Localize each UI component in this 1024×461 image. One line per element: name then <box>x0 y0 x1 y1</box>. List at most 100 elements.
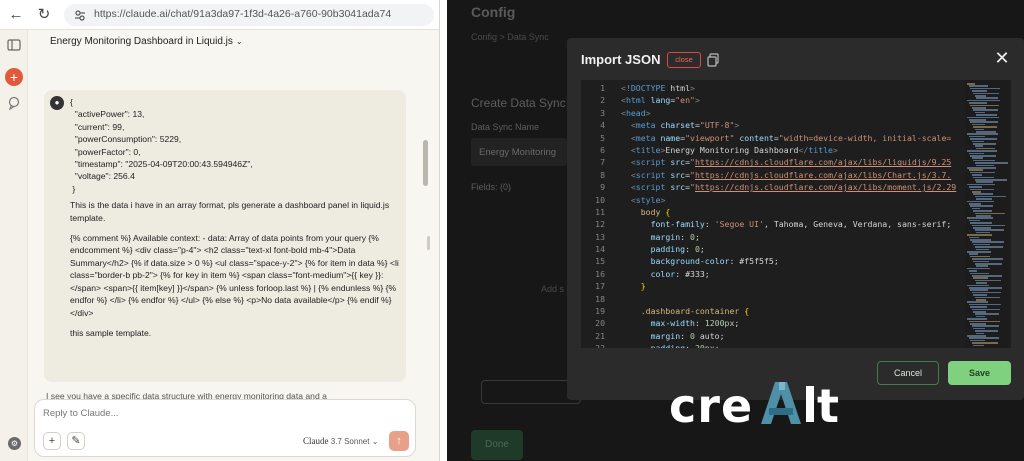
site-info-icon[interactable] <box>74 9 86 21</box>
minimap-line <box>967 284 989 287</box>
conversation-title-text: Energy Monitoring Dashboard in Liquid.js <box>50 36 233 47</box>
minimap-line <box>973 126 997 128</box>
svg-text:cre: cre <box>669 379 753 433</box>
minimap-line <box>971 90 987 92</box>
minimap-line <box>968 102 987 104</box>
minimap-line <box>970 104 999 107</box>
minimap-line <box>973 159 995 162</box>
code-line: 5 <meta name="viewport" content="width=d… <box>581 132 961 144</box>
tools-icon[interactable]: ✎ <box>67 432 85 450</box>
line-number: 16 <box>595 268 605 279</box>
code-text: margin: 0; <box>650 231 700 242</box>
json-line: } <box>70 183 76 194</box>
code-line: 6 <title>Energy Monitoring Dashboard</ti… <box>581 144 961 156</box>
fields-count-label: Fields: (0) <box>471 182 512 192</box>
minimap-line <box>967 99 1000 102</box>
minimap-line <box>970 272 989 275</box>
editor-minimap[interactable] <box>965 80 1009 348</box>
back-arrow-icon[interactable]: ← <box>6 5 26 25</box>
import-json-modal: Import JSON close ✕ 1 <!DOCTYPE html> 2 <ht… <box>567 38 1024 400</box>
minimap-line <box>968 85 988 87</box>
minimap-line <box>967 234 992 236</box>
minimap-line <box>973 243 990 246</box>
minimap-line <box>968 186 982 188</box>
minimap-line <box>968 152 984 155</box>
close-icon[interactable]: ✕ <box>992 48 1012 68</box>
done-button[interactable]: Done <box>471 430 523 460</box>
minimap-line <box>968 253 978 255</box>
minimap-line <box>971 123 985 126</box>
field-input-outline[interactable] <box>481 380 581 404</box>
json-code-editor[interactable]: 1 <!DOCTYPE html> 2 <html lang="en"> 3 <head>… <box>581 80 1011 348</box>
code-line: 1 <!DOCTYPE html> <box>581 82 961 94</box>
address-bar[interactable]: https://claude.ai/chat/91a3da97-1f3d-4a2… <box>64 4 434 26</box>
sidebar-toggle-icon[interactable] <box>5 36 23 54</box>
minimap-line <box>976 299 986 301</box>
code-text: } <box>640 281 646 292</box>
code-line: 21 margin: 0 auto; <box>581 330 961 342</box>
minimap-line <box>968 236 979 239</box>
copy-icon[interactable] <box>707 53 719 67</box>
minimap-line <box>976 265 988 267</box>
user-avatar: ● <box>50 96 64 110</box>
creait-logo: cre t <box>669 372 849 434</box>
page-title: Config <box>471 4 516 20</box>
json-line: "powerConsumption": 5229, <box>70 134 182 145</box>
minimap-line <box>970 121 998 123</box>
url-text: https://claude.ai/chat/91a3da97-1f3d-4a2… <box>94 8 392 20</box>
minimap-line <box>973 294 987 296</box>
reply-input[interactable]: Reply to Claude... <box>43 408 403 419</box>
line-number: 20 <box>595 318 605 329</box>
chat-scrollbar[interactable] <box>423 140 428 186</box>
code-text: <script src="https://cdnjs.cloudflare.co… <box>630 169 952 180</box>
creait-logo-mark: cre t <box>669 379 839 433</box>
minimap-line <box>970 323 986 325</box>
minimap-line <box>976 282 987 284</box>
minimap-line <box>974 145 983 147</box>
close-pill-button[interactable]: close <box>667 52 701 68</box>
new-chat-plus-icon[interactable]: + <box>5 68 23 86</box>
code-text: body { <box>640 206 671 217</box>
code-line: 2 <html lang="en"> <box>581 94 961 106</box>
reply-composer[interactable]: Reply to Claude... + ✎ Claude 3.7 Sonnet… <box>34 399 416 457</box>
add-attachment-plus-icon[interactable]: + <box>43 432 61 450</box>
line-number: 10 <box>595 194 605 205</box>
minimap-line <box>967 133 998 135</box>
minimap-line <box>971 224 1005 227</box>
minimap-line <box>971 174 982 176</box>
minimap-line <box>974 195 1006 198</box>
minimap-line <box>974 111 985 114</box>
minimap-line <box>976 332 984 335</box>
conversation-title[interactable]: Energy Monitoring Dashboard in Liquid.js… <box>50 36 243 47</box>
minimap-line <box>973 176 994 179</box>
minimap-line <box>967 167 996 169</box>
minimap-line <box>967 183 995 186</box>
scroll-handle[interactable] <box>427 236 430 250</box>
line-number: 13 <box>595 231 605 242</box>
cancel-button[interactable]: Cancel <box>877 361 939 385</box>
reload-icon[interactable]: ↻ <box>34 5 54 25</box>
add-field-hint[interactable]: Add s <box>541 284 564 294</box>
minimap-line <box>967 150 997 152</box>
minimap-line <box>976 164 994 167</box>
model-name: Claude <box>303 436 329 446</box>
model-selector[interactable]: Claude 3.7 Sonnet ⌄ <box>303 436 378 446</box>
data-sync-name-input[interactable]: Energy Monitoring <box>471 138 567 166</box>
code-line: 11 body { <box>581 206 961 218</box>
profile-settings-icon[interactable]: ⚙ <box>8 437 21 450</box>
minimap-line <box>971 258 1003 260</box>
minimap-line <box>971 342 998 344</box>
minimap-line <box>976 131 996 133</box>
save-button[interactable]: Save <box>948 361 1011 385</box>
minimap-line <box>973 260 989 263</box>
line-number: 19 <box>595 306 605 317</box>
line-number: 6 <box>600 144 605 155</box>
send-arrow-icon[interactable]: ↑ <box>389 431 409 451</box>
code-text: <head> <box>621 107 651 118</box>
user-message-text: { "activePower": 13, "current": 99, "pow… <box>70 96 400 339</box>
minimap-line <box>974 330 998 332</box>
chats-bubble-icon[interactable] <box>5 94 23 112</box>
line-number: 5 <box>600 132 605 143</box>
minimap-line <box>973 344 984 347</box>
minimap-line <box>967 116 999 119</box>
